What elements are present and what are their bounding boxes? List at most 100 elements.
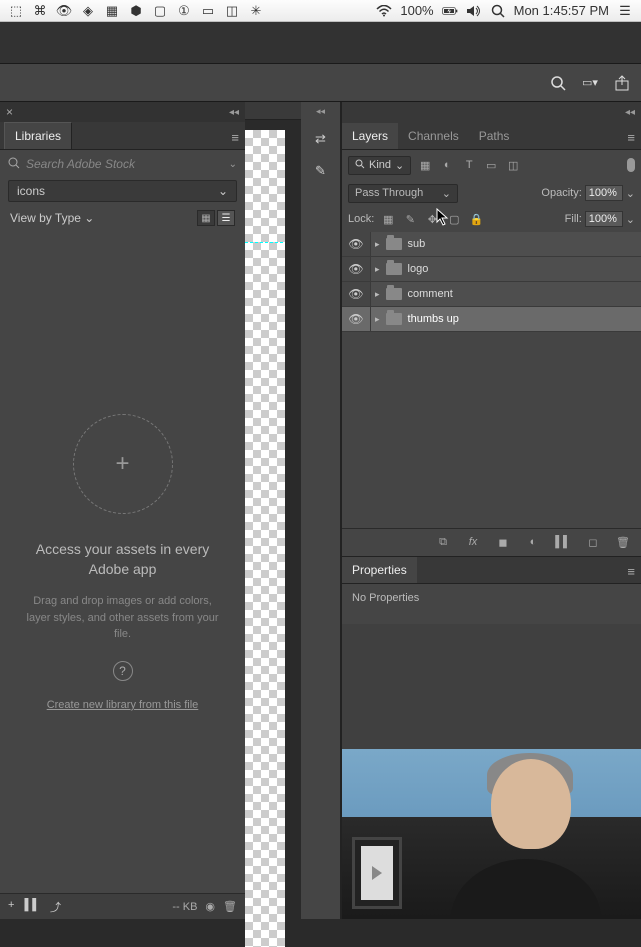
photoshop-options-bar: ▭▾ [0,64,641,102]
notification-center-icon[interactable]: ☰ [617,3,633,19]
collapse-icon[interactable]: ◂◂ [625,107,635,118]
filter-shape-icon[interactable]: ▭ [483,157,499,173]
layer-row[interactable]: 👁 ▸ thumbs up [342,307,641,332]
new-folder-icon[interactable]: ▌▌ [24,899,40,915]
collapse-panel-icon[interactable]: ◂◂ [229,107,239,118]
adjustments-icon[interactable]: ⇄ [311,129,331,149]
trash-icon[interactable]: 🗑 [223,900,237,913]
layer-row[interactable]: 👁 ▸ comment [342,282,641,307]
lock-transparency-icon[interactable]: ▦ [380,211,396,227]
disclosure-triangle-icon[interactable]: ▸ [375,264,380,275]
app-icon-cc[interactable]: ⌘ [32,3,48,19]
visibility-eye-icon[interactable]: 👁 [342,262,370,276]
library-select-dropdown[interactable]: icons ⌄ [8,180,237,202]
layer-name[interactable]: sub [408,238,426,250]
new-group-icon[interactable]: ▌▌ [555,534,571,550]
layer-name[interactable]: logo [408,263,429,275]
filter-adjustment-icon[interactable]: ◐ [439,157,455,173]
app-icon-dropbox[interactable]: ⬚ [8,3,24,19]
layer-fx-icon[interactable]: fx [465,534,481,550]
view-by-label[interactable]: View by Type ⌄ [10,211,94,225]
visibility-eye-icon[interactable]: 👁 [342,237,370,251]
empty-title: Access your assets in every Adobe app [20,540,225,579]
panel-menu-icon[interactable]: ≡ [621,560,641,583]
list-view-button[interactable]: ☰ [217,210,235,226]
wifi-icon[interactable] [376,3,392,19]
tab-paths[interactable]: Paths [469,123,520,149]
lock-position-icon[interactable]: ✥ [424,211,440,227]
macos-menubar: ⬚ ⌘ 👁 ◈ ▦ ⬢ ▢ ① ▭ ◫ ✳ 100% Mon 1:45:57 P… [0,0,641,22]
stock-search-input[interactable] [26,157,223,171]
chevron-down-icon[interactable]: ⌄ [626,187,635,200]
add-asset-button[interactable]: + [8,899,14,915]
app-icon-circle[interactable]: ① [176,3,192,19]
guide-line[interactable] [245,242,283,243]
lock-pixels-icon[interactable]: ✎ [402,211,418,227]
app-icon-eye[interactable]: 👁 [56,3,72,19]
layer-name[interactable]: thumbs up [408,313,459,325]
battery-icon[interactable] [442,3,458,19]
volume-icon[interactable] [466,3,482,19]
search-icon[interactable] [549,74,567,92]
collapsed-panel-strip: ◂◂ ⇄ ✎ [301,102,341,919]
expand-panels-icon[interactable]: ◂◂ [316,106,325,117]
panel-menu-icon[interactable]: ≡ [621,126,641,149]
menubar-clock[interactable]: Mon 1:45:57 PM [514,3,609,18]
fill-input[interactable]: 100% [585,211,623,227]
panel-menu-icon[interactable]: ≡ [225,126,245,149]
link-layers-icon[interactable]: ⧉ [435,534,451,550]
layer-mask-icon[interactable]: ◼ [495,534,511,550]
share-icon[interactable] [613,74,631,92]
chevron-down-icon[interactable]: ⌄ [229,159,237,170]
grid-view-button[interactable]: ▦ [197,210,215,226]
video-overlay [342,624,641,920]
layer-list: 👁 ▸ sub 👁 ▸ logo 👁 ▸ comment 👁 ▸ thumbs up [342,232,641,528]
filter-kind-dropdown[interactable]: Kind ⌄ [348,156,411,175]
layer-row[interactable]: 👁 ▸ sub [342,232,641,257]
app-icon-display[interactable]: ▭ [200,3,216,19]
chevron-down-icon[interactable]: ⌄ [626,213,635,226]
document-canvas[interactable] [245,102,301,919]
disclosure-triangle-icon[interactable]: ▸ [375,239,380,250]
tab-properties[interactable]: Properties [342,557,417,583]
delete-layer-icon[interactable]: 🗑 [615,534,631,550]
disclosure-triangle-icon[interactable]: ▸ [375,314,380,325]
filter-smart-icon[interactable]: ◫ [505,157,521,173]
cc-sync-icon[interactable]: ◉ [205,900,215,913]
lock-artboard-icon[interactable]: ▢ [446,211,462,227]
add-placeholder-icon[interactable]: + [73,414,173,514]
filter-pixel-icon[interactable]: ▦ [417,157,433,173]
filter-toggle-switch[interactable] [627,158,635,172]
brush-icon[interactable]: ✎ [311,161,331,181]
new-layer-icon[interactable]: ◻ [585,534,601,550]
tab-layers[interactable]: Layers [342,123,398,149]
close-panel-button[interactable]: × [6,105,13,119]
help-icon[interactable]: ? [113,661,133,681]
person-body [451,859,601,919]
app-icon-record[interactable]: ▢ [152,3,168,19]
disclosure-triangle-icon[interactable]: ▸ [375,289,380,300]
layer-name[interactable]: comment [408,288,453,300]
play-icon [372,866,382,880]
tab-channels[interactable]: Channels [398,123,469,149]
app-icon-nvidia[interactable]: ◈ [80,3,96,19]
blend-mode-dropdown[interactable]: Pass Through⌄ [348,184,458,203]
opacity-input[interactable]: 100% [585,185,623,201]
adjustment-layer-icon[interactable]: ◐ [525,534,541,550]
visibility-eye-icon[interactable]: 👁 [342,287,370,301]
app-icon-screens[interactable]: ◫ [224,3,240,19]
create-library-link[interactable]: Create new library from this file [47,699,199,711]
video-thumbnail[interactable] [342,749,641,919]
app-icon-hex[interactable]: ⬢ [128,3,144,19]
tab-libraries[interactable]: Libraries [4,122,72,149]
workspace-switcher-icon[interactable]: ▭▾ [581,74,599,92]
app-icon-box[interactable]: ▦ [104,3,120,19]
layer-row[interactable]: 👁 ▸ logo [342,257,641,282]
spotlight-icon[interactable] [490,3,506,19]
app-icon-star[interactable]: ✳ [248,3,264,19]
lock-all-icon[interactable]: 🔒 [468,211,484,227]
upload-icon[interactable]: ⤴ [50,899,61,915]
folder-icon [386,288,402,300]
filter-type-icon[interactable]: T [461,157,477,173]
visibility-eye-icon[interactable]: 👁 [342,312,370,326]
